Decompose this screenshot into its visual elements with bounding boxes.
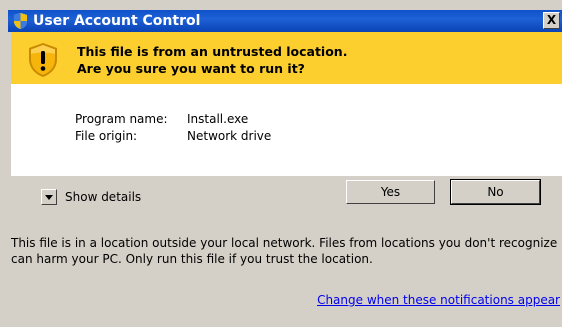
warning-question: Are you sure you want to run it? [77, 61, 305, 76]
uac-dialog: User Account Control X This file is from… [0, 0, 562, 327]
window-title: User Account Control [33, 13, 201, 29]
no-button[interactable]: No [450, 179, 541, 205]
title-bar[interactable]: User Account Control X [8, 10, 562, 32]
warning-heading: This file is from an untrusted location. [77, 44, 348, 59]
warning-banner: This file is from an untrusted location.… [11, 32, 562, 84]
change-notifications-link[interactable]: Change when these notifications appear [317, 293, 560, 307]
show-details-label[interactable]: Show details [65, 190, 141, 204]
info-text: This file is in a location outside your … [11, 235, 562, 267]
info-line-2: can harm your PC. Only run this file if … [11, 252, 373, 266]
info-line-1: This file is in a location outside your … [11, 236, 558, 250]
dialog-footer: Show details Yes No This file is in a lo… [11, 176, 562, 327]
chevron-down-icon[interactable] [41, 189, 57, 205]
program-info: Program name: Install.exe File origin: N… [11, 84, 562, 176]
program-name-label: Program name: [75, 112, 168, 126]
file-origin-value: Network drive [187, 129, 272, 143]
shield-icon [14, 13, 27, 29]
file-origin-label: File origin: [75, 129, 138, 143]
warning-shield-icon [29, 43, 57, 77]
yes-button[interactable]: Yes [346, 180, 435, 204]
close-button[interactable]: X [543, 12, 560, 29]
program-name-value: Install.exe [187, 112, 249, 126]
